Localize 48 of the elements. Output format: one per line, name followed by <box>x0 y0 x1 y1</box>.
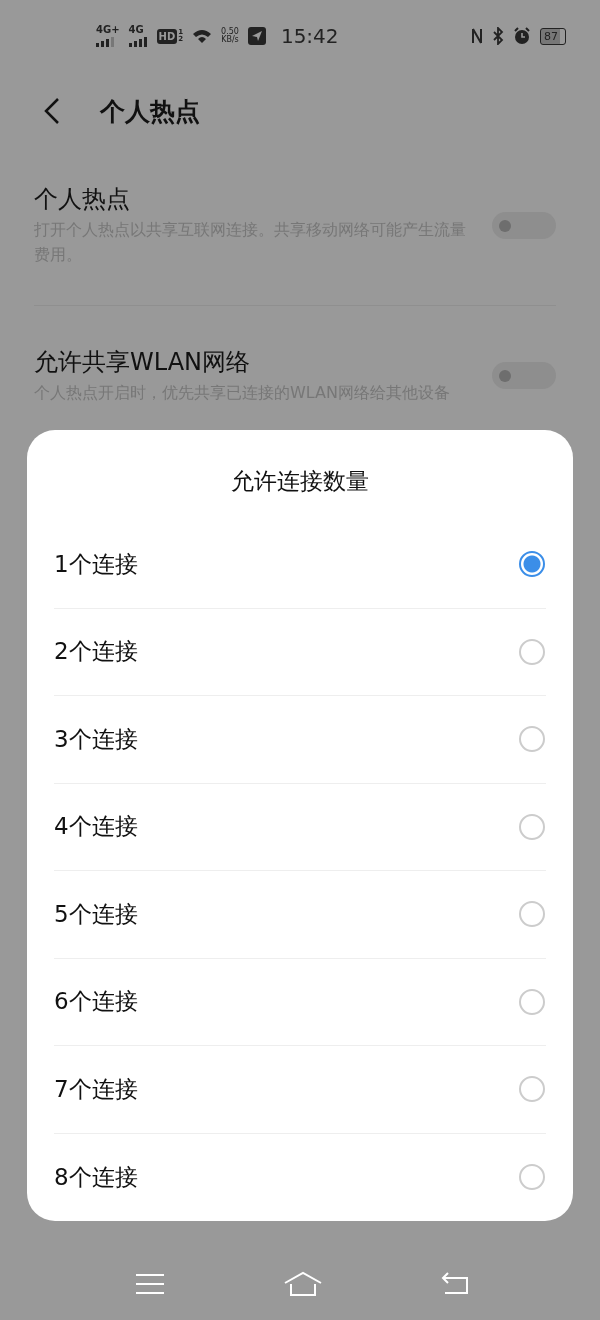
network-type: 4G <box>128 25 144 35</box>
radio-button[interactable] <box>519 901 545 928</box>
option-row[interactable]: 4个连接 <box>54 783 546 871</box>
option-row[interactable]: 1个连接 <box>54 521 546 609</box>
radio-button[interactable] <box>519 638 545 665</box>
radio-button[interactable] <box>519 1076 545 1103</box>
toggle-switch[interactable] <box>492 362 556 389</box>
option-row[interactable]: 2个连接 <box>54 608 546 696</box>
option-row[interactable]: 5个连接 <box>54 871 546 959</box>
option-label: 4个连接 <box>54 812 138 842</box>
option-row[interactable]: 6个连接 <box>54 958 546 1046</box>
option-row[interactable]: 8个连接 <box>54 1133 546 1221</box>
menu-icon[interactable] <box>135 1272 165 1296</box>
speed-unit: KB/s <box>221 36 239 44</box>
home-icon[interactable] <box>282 1271 323 1297</box>
option-row[interactable]: 7个连接 <box>54 1046 546 1134</box>
network-type: 4G+ <box>96 25 120 35</box>
radio-button[interactable] <box>519 813 545 840</box>
wifi-icon <box>192 28 213 44</box>
radio-button[interactable] <box>519 551 545 578</box>
page-title: 个人热点 <box>100 95 200 128</box>
option-row[interactable]: 3个连接 <box>54 696 546 784</box>
bluetooth-icon <box>492 27 504 45</box>
option-label: 1个连接 <box>54 549 138 579</box>
back-arrow-icon[interactable] <box>440 1272 470 1296</box>
option-label: 7个连接 <box>54 1074 138 1104</box>
radio-button[interactable] <box>519 1164 545 1191</box>
signal-icon <box>128 35 148 47</box>
back-icon[interactable] <box>42 96 62 126</box>
option-label: 5个连接 <box>54 899 138 929</box>
radio-button[interactable] <box>519 988 545 1015</box>
option-label: 3个连接 <box>54 724 138 754</box>
nfc-icon <box>471 27 483 45</box>
battery-level: 87 <box>544 29 558 43</box>
hd-badge: HD <box>156 28 178 44</box>
option-label: 2个连接 <box>54 637 138 667</box>
network-speed: 0.50 <box>221 28 239 36</box>
toggle-switch[interactable] <box>492 211 556 239</box>
signal-icon <box>96 35 115 47</box>
clock-time: 15:42 <box>280 24 339 48</box>
radio-button[interactable] <box>519 726 545 753</box>
setting-title: 允许共享WLAN网络 <box>34 347 252 378</box>
option-label: 6个连接 <box>54 987 138 1017</box>
setting-title: 个人热点 <box>34 184 131 215</box>
dialog-title: 允许连接数量 <box>230 467 370 496</box>
option-label: 8个连接 <box>54 1162 138 1192</box>
alarm-icon <box>513 27 531 45</box>
send-icon <box>247 27 266 45</box>
